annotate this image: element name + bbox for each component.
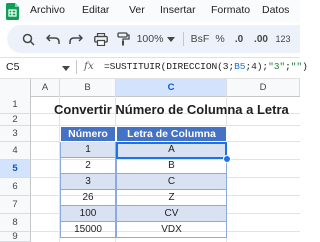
row-header-6[interactable]: 6: [0, 178, 31, 196]
chevron-down-icon: [167, 36, 176, 42]
menu-editar[interactable]: Editar: [82, 4, 109, 16]
name-box[interactable]: C5: [6, 61, 19, 73]
menu-insertar[interactable]: Insertar: [160, 4, 196, 16]
undo-icon[interactable]: [45, 30, 61, 48]
currency-format-button[interactable]: BsF: [189, 30, 211, 48]
table-cell-numero[interactable]: 1: [60, 142, 116, 158]
toolbar-divider: [183, 32, 184, 46]
sheets-logo-icon[interactable]: [6, 3, 19, 20]
formula-bar-divider: [76, 60, 77, 74]
column-header-d[interactable]: D: [227, 79, 300, 96]
table-cell-numero[interactable]: 100: [60, 206, 116, 222]
row-header-7[interactable]: 7: [0, 196, 31, 214]
print-icon[interactable]: [93, 30, 109, 48]
formula-string: "3": [268, 61, 286, 72]
redo-icon[interactable]: [68, 30, 84, 48]
table-cell-letra[interactable]: C: [116, 174, 227, 190]
table-header-numero[interactable]: Número: [60, 126, 116, 142]
row-header-4[interactable]: 4: [0, 142, 31, 160]
table-cell-letra[interactable]: VDX: [116, 222, 227, 238]
table-cell-numero[interactable]: 15000: [60, 222, 116, 238]
table-cell-letra[interactable]: CV: [116, 206, 227, 222]
increase-decimals-button[interactable]: .00: [250, 30, 272, 48]
name-box-dropdown-icon[interactable]: [62, 66, 70, 71]
table-cell-numero[interactable]: 26: [60, 190, 116, 206]
row-header-8[interactable]: 8: [0, 214, 31, 232]
table-cell-letra[interactable]: B: [116, 158, 227, 174]
formula-string: "": [290, 61, 303, 72]
row-header-3[interactable]: 3: [0, 126, 31, 142]
table-cell-letra[interactable]: Z: [116, 190, 227, 206]
zoom-select[interactable]: 100%: [136, 30, 176, 48]
menu-archivo[interactable]: Archivo: [30, 4, 65, 16]
table-cell-numero[interactable]: 2: [60, 158, 116, 174]
increase-decimals-label: .00: [254, 33, 268, 45]
row-header-5[interactable]: 5: [0, 160, 31, 178]
menu-ver[interactable]: Ver: [129, 4, 145, 16]
table-header-letra[interactable]: Letra de Columna: [116, 126, 227, 142]
selected-cell-outline: [116, 142, 227, 159]
row-header-9[interactable]: 9: [0, 231, 31, 242]
decrease-decimals-label: .0: [234, 33, 244, 45]
formula-part: ;4);: [245, 61, 269, 72]
search-menus-icon[interactable]: [20, 30, 36, 48]
formula-cell-reference: B5: [234, 61, 246, 72]
percent-format-button[interactable]: %: [214, 30, 226, 48]
row-header-1[interactable]: 1: [0, 96, 31, 114]
row-header-2[interactable]: 2: [0, 114, 31, 126]
formula-part: =SUSTITUIR(DIRECCION(3;: [104, 61, 235, 72]
column-header-a[interactable]: A: [31, 79, 60, 96]
fx-icon: fx: [84, 60, 94, 72]
decrease-decimals-button[interactable]: .0: [230, 30, 248, 48]
column-header-b[interactable]: B: [60, 79, 116, 96]
number-format-button[interactable]: 123: [273, 30, 293, 48]
zoom-value: 100%: [136, 33, 164, 45]
formula-input[interactable]: =SUSTITUIR(DIRECCION(3;B5;4);"3";""): [104, 61, 308, 72]
formula-part: ): [302, 61, 308, 72]
table-cell-numero[interactable]: 3: [60, 174, 116, 190]
fill-handle[interactable]: [223, 155, 231, 163]
menu-datos[interactable]: Datos: [262, 4, 289, 16]
menu-formato[interactable]: Formato: [211, 4, 250, 16]
paint-format-icon[interactable]: [115, 30, 131, 48]
column-header-c[interactable]: C: [116, 79, 227, 96]
select-all-corner[interactable]: [0, 79, 31, 96]
table-title: Convertir Número de Columna a Letra: [54, 102, 289, 117]
